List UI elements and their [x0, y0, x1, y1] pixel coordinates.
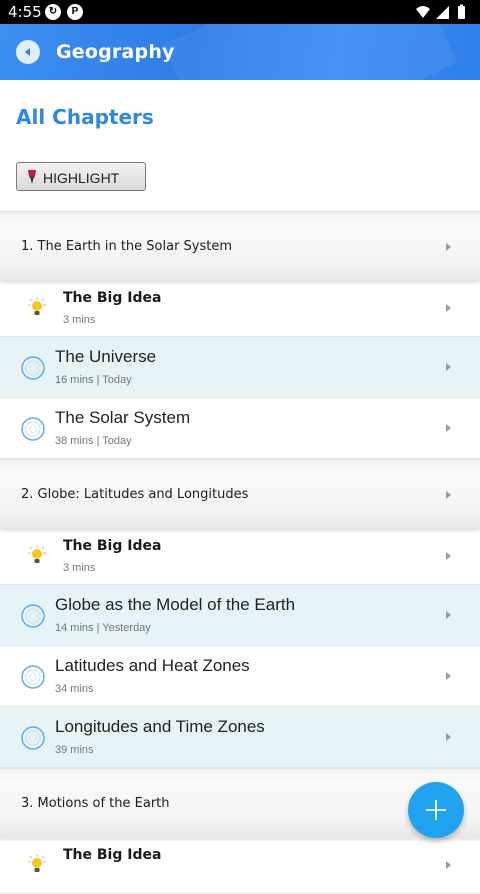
chevron-right-icon	[446, 491, 451, 499]
big-idea-row[interactable]: The Big Idea 3 mins	[0, 281, 480, 337]
topic-duration: 39 mins	[55, 744, 94, 756]
app-bar-decoration	[162, 24, 458, 80]
page-title: Geography	[56, 41, 175, 63]
chevron-right-icon	[446, 861, 451, 869]
back-button[interactable]	[16, 40, 40, 64]
topic-title: The Universe	[55, 347, 157, 366]
chevron-right-icon	[446, 733, 451, 741]
all-chapters-heading: All Chapters	[16, 105, 154, 129]
battery-icon	[458, 6, 465, 19]
topic-title: Longitudes and Time Zones	[55, 717, 265, 736]
topic-row[interactable]: Globe as the Model of the Earth 14 mins |…	[0, 585, 480, 646]
topic-title: The Big Idea	[63, 538, 162, 554]
progress-ring-icon	[21, 417, 45, 446]
topic-duration: 38 mins | Today	[55, 435, 132, 447]
chevron-right-icon	[446, 611, 451, 619]
topic-title: Globe as the Model of the Earth	[55, 595, 296, 614]
chevron-right-icon	[446, 304, 451, 312]
big-idea-row[interactable]: The Big Idea 3 mins	[0, 529, 480, 585]
highlight-button[interactable]: HIGHLIGHT	[16, 162, 146, 191]
progress-ring-icon	[21, 665, 45, 694]
progress-ring-icon	[21, 604, 45, 633]
chapter-title: 2. Globe: Latitudes and Longitudes	[21, 487, 249, 502]
chevron-right-icon	[446, 672, 451, 680]
topic-duration: 3 mins	[63, 562, 96, 574]
chapter-header[interactable]: 2. Globe: Latitudes and Longitudes	[0, 459, 480, 529]
chevron-right-icon	[446, 552, 451, 560]
signal-icon	[436, 6, 449, 19]
back-arrow-icon	[25, 48, 30, 56]
topic-title: The Solar System	[55, 408, 191, 427]
sync-icon: ↻	[45, 4, 61, 20]
topic-duration: 14 mins | Yesterday	[55, 622, 151, 634]
topic-duration: 16 mins | Today	[55, 374, 132, 386]
wifi-icon	[416, 6, 430, 18]
lightbulb-icon	[27, 545, 47, 572]
highlight-label: HIGHLIGHT	[43, 170, 120, 186]
progress-ring-icon	[21, 356, 45, 385]
status-right-icons	[414, 4, 474, 20]
topic-row[interactable]: Latitudes and Heat Zones 34 mins	[0, 646, 480, 707]
chapter-header[interactable]: 1. The Earth in the Solar System	[0, 211, 480, 281]
topic-title: Latitudes and Heat Zones	[55, 656, 250, 675]
chapter-title: 3. Motions of the Earth	[21, 796, 170, 811]
status-bar: 4:55 ↻ P	[0, 0, 480, 24]
topic-title: The Big Idea	[63, 290, 162, 306]
highlighter-pen-icon	[28, 170, 36, 184]
lightbulb-icon	[27, 297, 47, 324]
chevron-right-icon	[446, 363, 451, 371]
chevron-right-icon	[446, 424, 451, 432]
topic-duration: 3 mins	[63, 314, 96, 326]
topic-title: The Big Idea	[63, 847, 162, 863]
chevron-right-icon	[446, 243, 451, 251]
chapter-list: 1. The Earth in the Solar System The Big …	[0, 211, 480, 894]
app-bar: Geography	[0, 24, 480, 80]
topic-row[interactable]: Longitudes and Time Zones 39 mins	[0, 707, 480, 768]
add-fab-button[interactable]	[408, 782, 464, 838]
status-time: 4:55	[8, 3, 42, 21]
topic-duration: 34 mins	[55, 683, 94, 695]
lightbulb-icon	[27, 854, 47, 881]
topic-row[interactable]: The Solar System 38 mins | Today	[0, 398, 480, 459]
big-idea-row[interactable]: The Big Idea	[0, 838, 480, 894]
app-notification-icon: P	[67, 4, 83, 20]
topic-row[interactable]: The Universe 16 mins | Today	[0, 337, 480, 398]
chapter-title: 1. The Earth in the Solar System	[21, 239, 233, 254]
progress-ring-icon	[21, 726, 45, 755]
